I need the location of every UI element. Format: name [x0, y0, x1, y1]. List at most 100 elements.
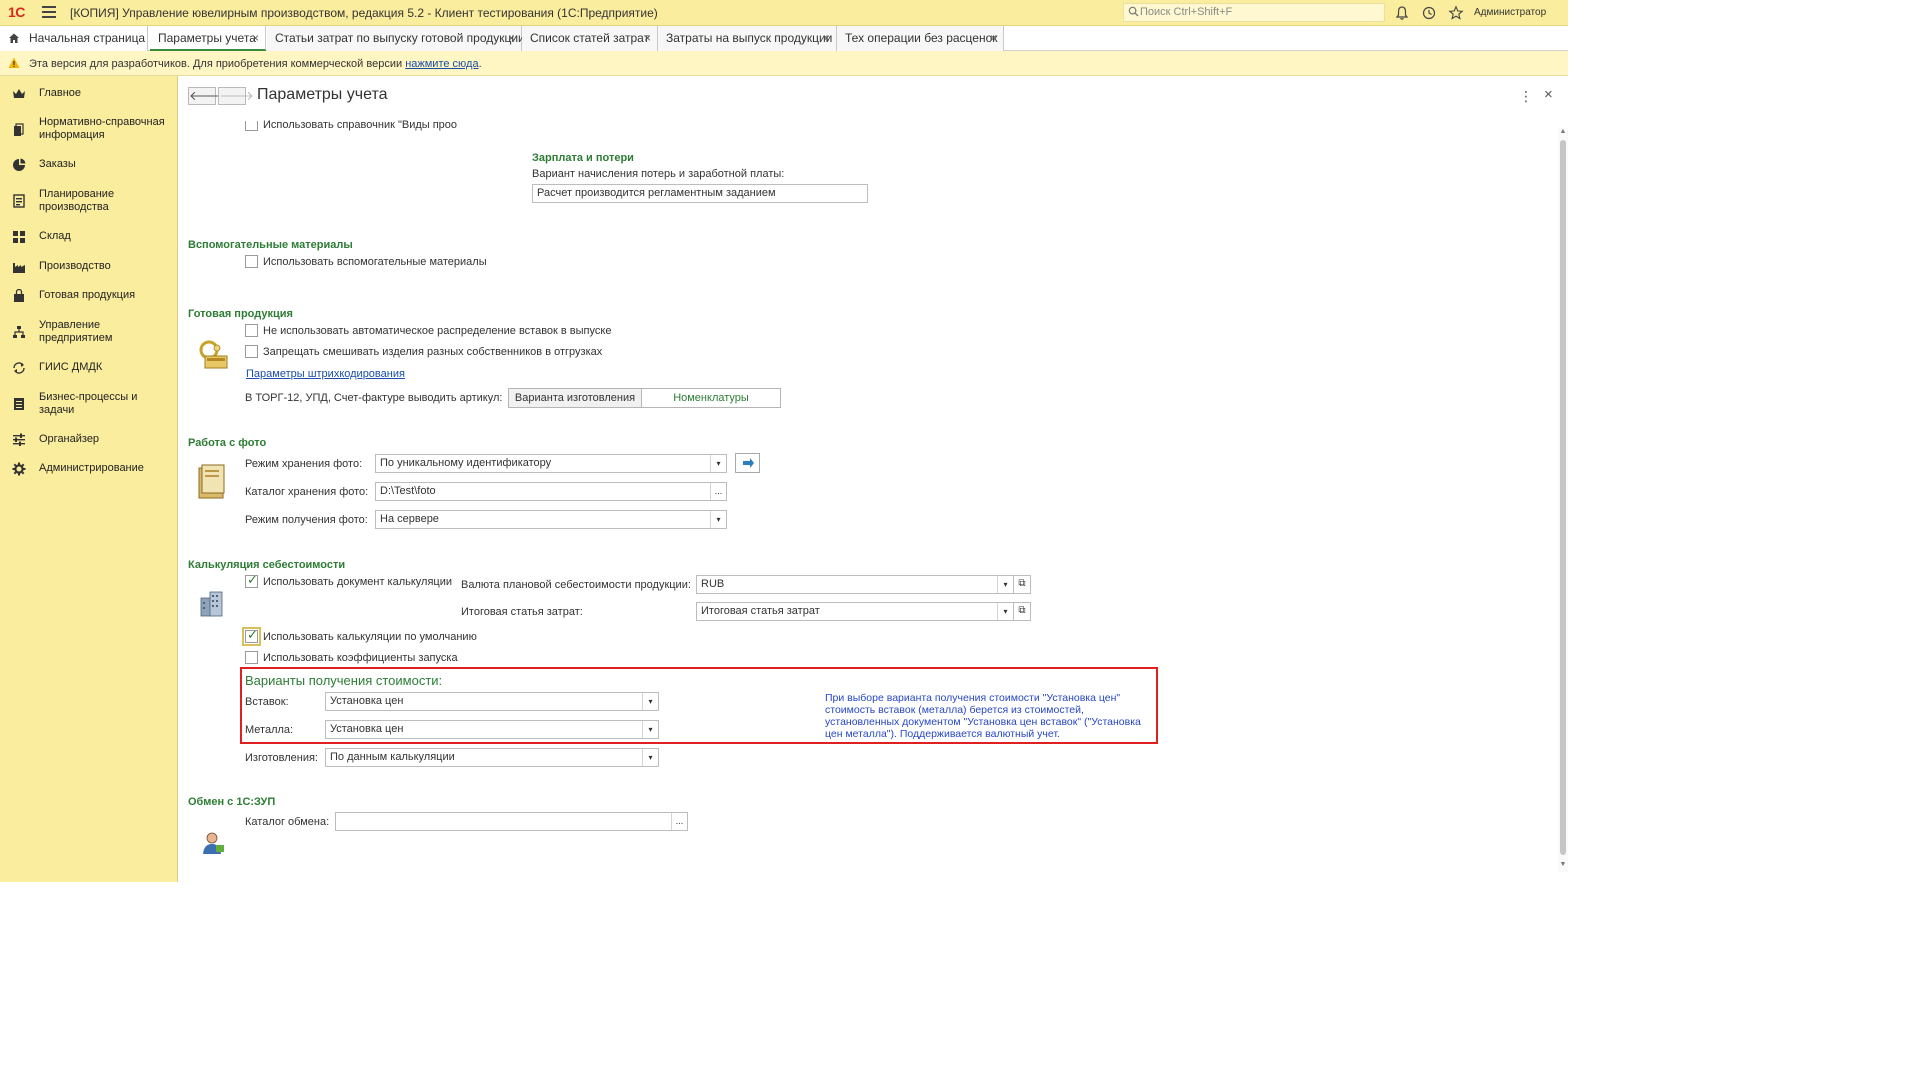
tab-close-icon[interactable]: ×	[823, 26, 830, 50]
history-icon[interactable]	[1421, 5, 1437, 21]
chevron-down-icon[interactable]: ▾	[997, 603, 1013, 620]
planned-currency-select[interactable]: RUB ▾	[696, 575, 1014, 594]
tab-label: Параметры учета	[158, 31, 256, 45]
sidebar-item-proizvodstvo[interactable]: Производство	[0, 259, 178, 275]
metal-label: Металла:	[245, 724, 294, 736]
pie-icon	[13, 158, 26, 171]
main-menu-icon[interactable]	[42, 6, 56, 18]
photo-dir-value: D:\Test\foto	[380, 485, 436, 497]
aux-materials-label: Использовать вспомогательные материалы	[263, 256, 487, 268]
chevron-down-icon[interactable]: ▾	[710, 511, 726, 528]
tab-label: Затраты на выпуск продукции	[666, 31, 833, 45]
tab-close-icon[interactable]: ×	[252, 26, 259, 50]
use-launch-coef-checkbox[interactable]	[245, 651, 258, 664]
sidebar-item-organayzer[interactable]: Органайзер	[0, 432, 178, 448]
scroll-up-icon[interactable]: ▲	[1558, 128, 1568, 135]
sidebar-item-label: Администрирование	[39, 462, 144, 474]
photo-storage-mode-label: Режим хранения фото:	[245, 458, 363, 470]
photo-storage-mode-select[interactable]: По уникальному идентификатору ▾	[375, 454, 727, 473]
more-actions-button[interactable]: ⋮	[1519, 88, 1533, 105]
books-icon	[14, 123, 24, 136]
gear-icon	[12, 462, 26, 476]
sidebar-item-nsi[interactable]: Нормативно-справочная информация	[0, 115, 178, 143]
no-auto-distribution-label: Не использовать автоматическое распредел…	[263, 325, 612, 337]
back-button[interactable]: 🡐	[188, 87, 224, 105]
vidy-checkbox[interactable]	[245, 121, 258, 131]
tab-stati-zatrat-vypusk[interactable]: Статьи затрат по выпуску готовой продукц…	[267, 26, 525, 51]
scrollbar-thumb[interactable]	[1560, 140, 1566, 855]
buy-link[interactable]: нажмите сюда	[405, 58, 478, 70]
photo-get-mode-label: Режим получения фото:	[245, 514, 368, 526]
sidebar-item-planirovanie[interactable]: Планирование производства	[0, 187, 178, 215]
use-default-costing-checkbox[interactable]	[242, 627, 261, 646]
employee-icon	[203, 832, 224, 854]
article-nomenclature-button[interactable]: Номенклатуры	[641, 388, 781, 408]
use-costing-doc-checkbox[interactable]	[245, 572, 258, 588]
scroll-down-icon[interactable]: ▼	[1558, 861, 1568, 868]
tab-home[interactable]: Начальная страница	[0, 26, 148, 51]
star-icon[interactable]	[1448, 5, 1464, 21]
exchange-dir-input[interactable]: ...	[335, 812, 688, 831]
bell-icon[interactable]	[1394, 5, 1410, 21]
sidebar-item-sklad[interactable]: Склад	[0, 229, 178, 245]
exchange-dir-label: Каталог обмена:	[245, 816, 330, 828]
tab-close-icon[interactable]: ×	[990, 26, 997, 50]
manufacture-cost-select[interactable]: По данным калькуляции ▾	[325, 748, 659, 767]
article-variant-button[interactable]: Варианта изготовления	[508, 388, 642, 408]
total-cost-item-label: Итоговая статья затрат:	[461, 606, 583, 618]
transfer-photos-button[interactable]	[735, 453, 760, 473]
tab-zatraty-vypusk[interactable]: Затраты на выпуск продукции ×	[658, 26, 837, 51]
chevron-down-icon[interactable]: ▾	[642, 749, 658, 766]
notice-text: Эта версия для разработчиков. Для приобр…	[29, 58, 482, 70]
sidebar-item-label: Управление предприятием	[39, 319, 113, 344]
open-currency-button[interactable]: ⧉	[1013, 575, 1031, 594]
current-user[interactable]: Администратор	[1474, 7, 1546, 18]
use-default-costing-label: Использовать калькуляции по умолчанию	[263, 631, 477, 643]
sidebar-item-label: Готовая продукция	[39, 289, 136, 301]
choose-exchange-dir-button[interactable]: ...	[671, 813, 687, 830]
tab-spisok-statey[interactable]: Список статей затрат ×	[522, 26, 658, 51]
cost-variants-hint: При выборе варианта получения стоимости …	[825, 692, 1141, 740]
forward-button[interactable]: 🡒	[218, 87, 254, 105]
photo-get-mode-select[interactable]: На сервере ▾	[375, 510, 727, 529]
no-auto-distribution-checkbox[interactable]	[245, 324, 258, 337]
close-form-button[interactable]: ×	[1544, 86, 1553, 103]
photo-storage-mode-value: По уникальному идентификатору	[380, 457, 552, 469]
cost-variants-title: Варианты получения стоимости:	[245, 673, 443, 688]
use-costing-doc-label: Использовать документ калькуляции	[263, 576, 453, 588]
photo-dir-input[interactable]: D:\Test\foto ...	[375, 482, 727, 501]
aux-materials-checkbox[interactable]	[245, 255, 258, 268]
sidebar-item-giis-dmdk[interactable]: ГИИС ДМДК	[0, 360, 178, 376]
tab-close-icon[interactable]: ×	[508, 26, 515, 50]
sidebar-item-glavnoe[interactable]: Главное	[0, 86, 178, 102]
home-icon	[9, 33, 19, 43]
sidebar-item-gotovaya-produkciya[interactable]: Готовая продукция	[0, 288, 178, 304]
tab-teh-operacii[interactable]: Тех операции без расценок ×	[837, 26, 1004, 51]
chevron-down-icon[interactable]: ▾	[642, 721, 658, 738]
transfer-arrow-icon	[742, 458, 754, 468]
open-cost-item-button[interactable]: ⧉	[1013, 602, 1031, 621]
total-cost-item-select[interactable]: Итоговая статья затрат ▾	[696, 602, 1014, 621]
sidebar-item-zakazy[interactable]: Заказы	[0, 157, 178, 173]
sidebar-item-biznes-processy[interactable]: Бизнес-процессы и задачи	[0, 390, 178, 418]
sidebar-item-upravlenie[interactable]: Управление предприятием	[0, 318, 178, 346]
chevron-down-icon[interactable]: ▾	[997, 576, 1013, 593]
sidebar-item-administrirovanie[interactable]: Администрирование	[0, 461, 178, 477]
chevron-down-icon[interactable]: ▾	[710, 455, 726, 472]
jewelry-box-icon	[199, 340, 228, 369]
metal-cost-select[interactable]: Установка цен ▾	[325, 720, 659, 739]
choose-dir-button[interactable]: ...	[710, 483, 726, 500]
forbid-mixing-checkbox[interactable]	[245, 345, 258, 358]
org-icon	[13, 326, 25, 338]
inserts-label: Вставок:	[245, 696, 289, 708]
barcode-params-link[interactable]: Параметры штрихкодирования	[246, 368, 405, 380]
tab-close-icon[interactable]: ×	[644, 26, 651, 50]
bag-icon	[14, 289, 24, 302]
chevron-down-icon[interactable]: ▾	[642, 693, 658, 710]
tab-parametry-ucheta[interactable]: Параметры учета ×	[150, 26, 266, 51]
sidebar-item-label: Заказы	[39, 158, 76, 170]
salary-variant-field[interactable]: Расчет производится регламентным задание…	[532, 184, 868, 203]
tab-label: Начальная страница	[29, 31, 146, 45]
tasks-icon	[14, 398, 24, 410]
inserts-cost-select[interactable]: Установка цен ▾	[325, 692, 659, 711]
